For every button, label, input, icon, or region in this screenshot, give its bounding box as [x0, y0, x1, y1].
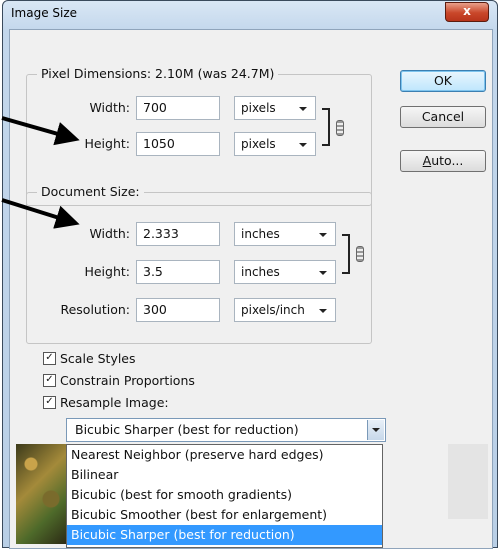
annotation-arrows: [1, 116, 80, 229]
pointer-arrow-icon: [1, 116, 80, 146]
pointer-arrow-icon: [1, 198, 80, 229]
